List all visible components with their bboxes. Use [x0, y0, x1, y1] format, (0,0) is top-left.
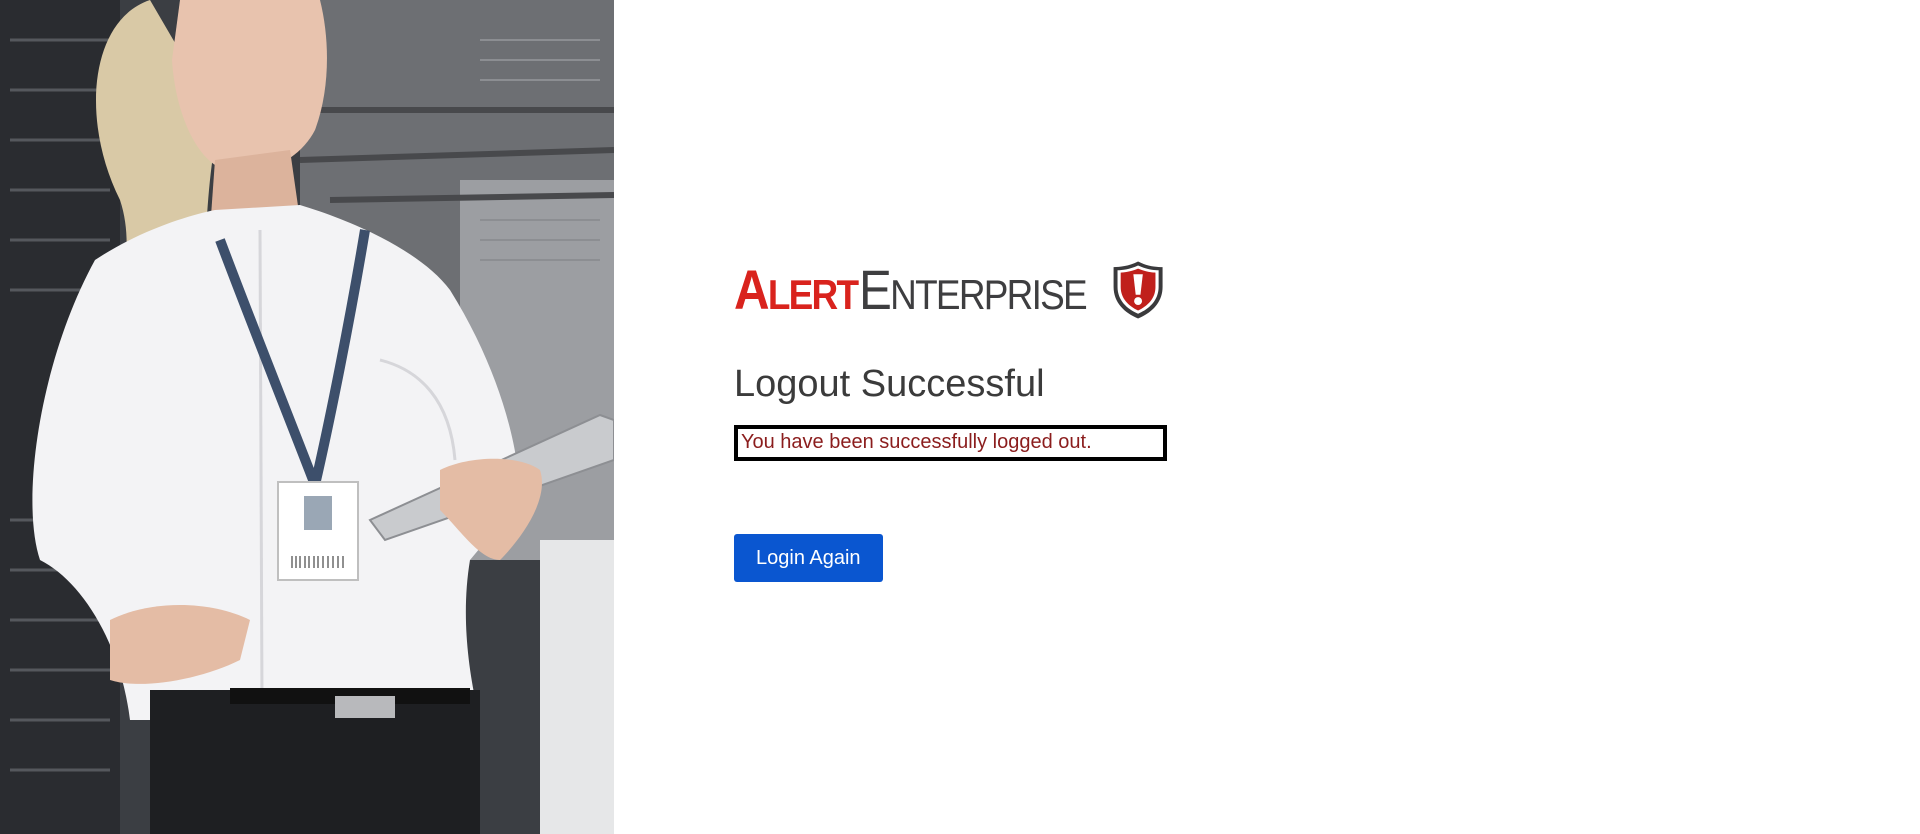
- logo-enterprise-text: ENTERPRISE: [859, 258, 1088, 321]
- logout-message-box: You have been successfully logged out.: [734, 424, 1167, 461]
- login-again-button[interactable]: Login Again: [734, 533, 883, 582]
- logout-message: You have been successfully logged out.: [741, 431, 1092, 454]
- logo-wordmark: ALERT ENTERPRISE: [734, 258, 1088, 321]
- woman-with-tablet-photo: [0, 0, 614, 834]
- alertenterprise-logo: ALERT ENTERPRISE: [734, 252, 1164, 328]
- hero-photo: [0, 0, 614, 834]
- logo-alert-text: ALERT: [734, 258, 859, 321]
- logout-page: ALERT ENTERPRISE Logout Successful You ha…: [0, 0, 1920, 834]
- shield-exclamation-icon: [1113, 261, 1163, 319]
- page-title: Logout Successful: [734, 363, 1045, 405]
- logout-panel: ALERT ENTERPRISE Logout Successful You ha…: [734, 252, 1167, 582]
